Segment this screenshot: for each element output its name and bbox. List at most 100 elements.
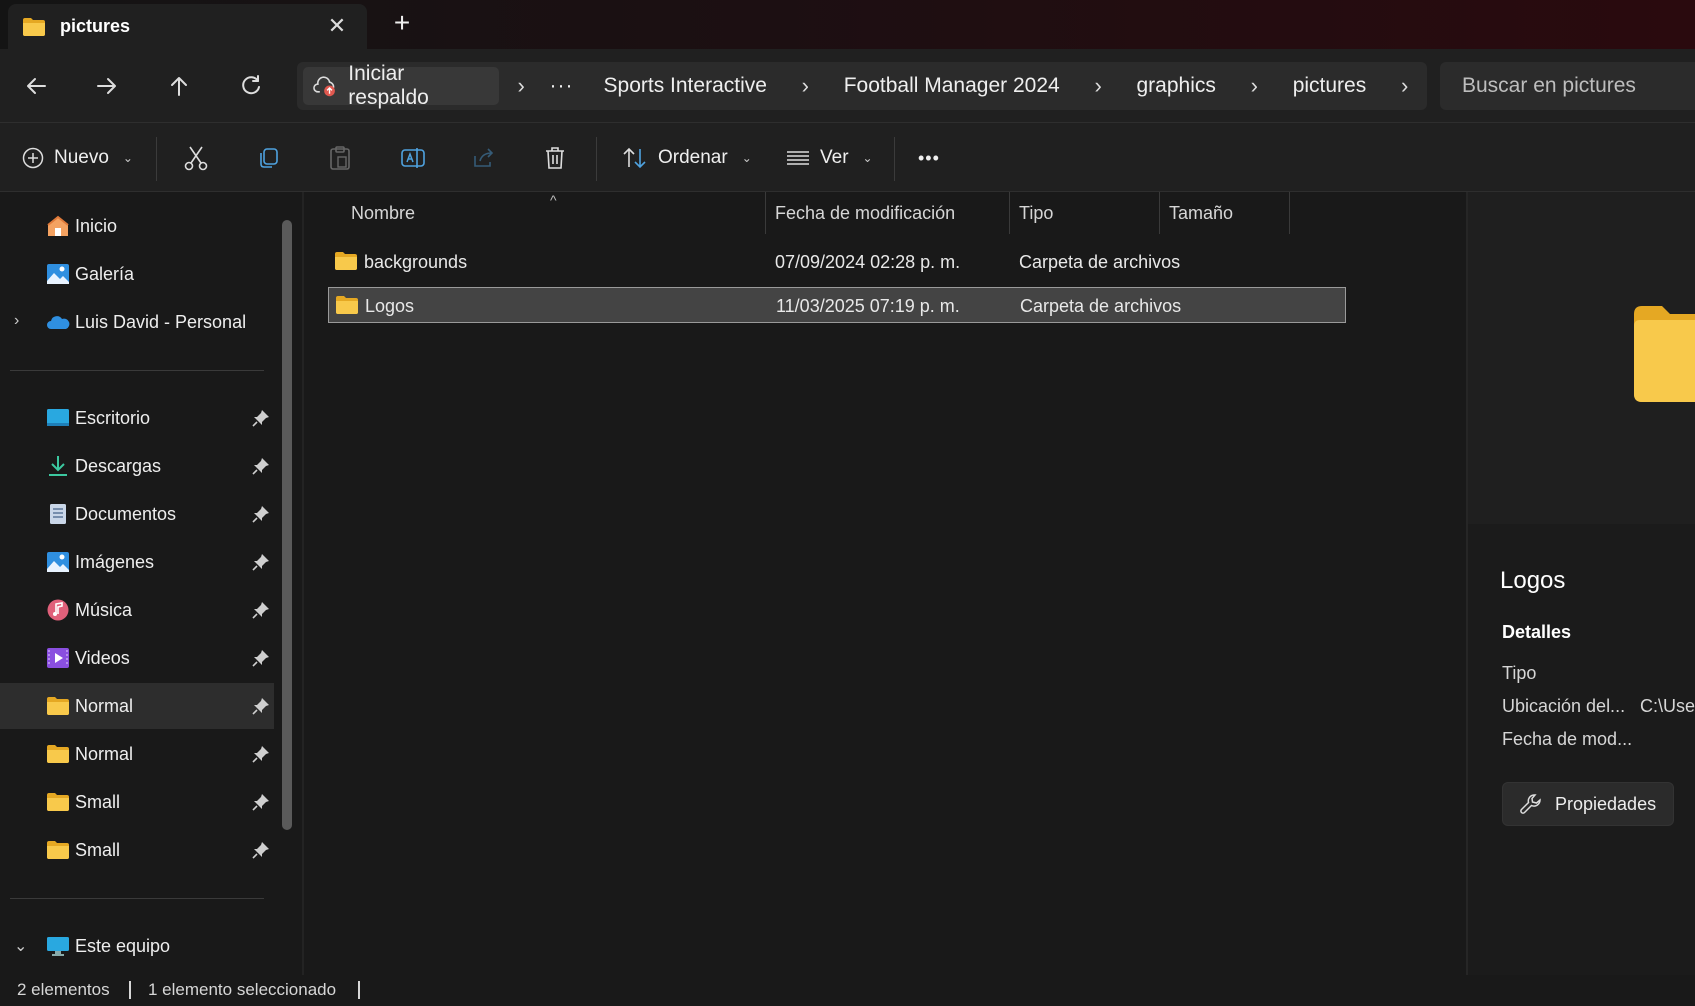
sidebar-item-small[interactable]: Small	[0, 827, 274, 873]
chevron-down-icon: ⌄	[862, 151, 873, 165]
breadcrumb-football-manager[interactable]: Football Manager 2024	[828, 74, 1076, 98]
onedrive-cloud-icon	[47, 316, 70, 329]
pin-icon[interactable]	[252, 505, 270, 523]
more-options-button[interactable]: •••	[918, 123, 940, 193]
pin-icon[interactable]	[252, 697, 270, 715]
pin-icon[interactable]	[252, 457, 270, 475]
search-input[interactable]: Buscar en pictures	[1440, 62, 1695, 110]
tab-title: pictures	[60, 16, 131, 36]
chevron-right-icon[interactable]: ›	[783, 73, 828, 99]
table-row[interactable]: Logos 11/03/2025 07:19 p. m. Carpeta de …	[328, 287, 1346, 323]
file-type: Carpeta de archivos	[1020, 296, 1182, 316]
arrow-up-icon[interactable]	[164, 71, 194, 101]
sidebar-item-imagenes[interactable]: Imágenes	[0, 539, 274, 585]
column-header-type[interactable]: Tipo	[1019, 192, 1053, 234]
breadcrumb-pictures[interactable]: pictures	[1277, 74, 1383, 98]
file-name[interactable]: backgrounds	[364, 252, 467, 273]
copy-button[interactable]	[256, 123, 280, 193]
breadcrumb-overflow[interactable]: ···	[544, 74, 588, 98]
file-type: Carpeta de archivos	[1019, 252, 1181, 272]
chevron-down-icon: ⌄	[741, 151, 752, 165]
sidebar-item-escritorio[interactable]: Escritorio	[0, 395, 274, 441]
column-divider[interactable]	[1289, 192, 1290, 234]
sidebar-item-este-equipo[interactable]: ⌄ Este equipo	[0, 923, 274, 969]
chevron-right-icon[interactable]: ›	[1232, 73, 1277, 99]
breadcrumb-sports-interactive[interactable]: Sports Interactive	[588, 74, 783, 98]
status-bar: 2 elementos 1 elemento seleccionado	[0, 975, 1695, 1006]
sidebar-item-normal[interactable]: Normal	[0, 731, 274, 777]
sidebar-item-descargas[interactable]: Descargas	[0, 443, 274, 489]
scissors-icon	[184, 146, 208, 171]
sidebar-item-documentos[interactable]: Documentos	[0, 491, 274, 537]
wrench-icon	[1520, 794, 1541, 814]
sidebar-item-inicio[interactable]: Inicio	[0, 203, 274, 249]
backup-button[interactable]: Iniciar respaldo	[303, 62, 499, 109]
address-bar[interactable]: Iniciar respaldo › ··· Sports Interactiv…	[297, 62, 1427, 110]
list-view-icon	[787, 151, 809, 165]
chevron-down-icon: ⌄	[122, 151, 133, 165]
pin-icon[interactable]	[252, 601, 270, 619]
pin-icon[interactable]	[252, 745, 270, 763]
pin-icon[interactable]	[252, 409, 270, 427]
delete-button[interactable]	[544, 123, 566, 193]
paste-button[interactable]	[328, 123, 352, 193]
tab-pictures[interactable]: pictures ✕	[8, 4, 367, 49]
sidebar-item-videos[interactable]: Videos	[0, 635, 274, 681]
close-icon[interactable]: ✕	[325, 14, 349, 38]
navigation-bar: Iniciar respaldo › ··· Sports Interactiv…	[0, 49, 1695, 122]
table-row[interactable]: backgrounds 07/09/2024 02:28 p. m. Carpe…	[328, 244, 1346, 280]
cut-button[interactable]	[184, 123, 208, 193]
details-value-location: C:\User	[1640, 696, 1695, 716]
chevron-right-icon[interactable]: ›	[499, 73, 544, 99]
column-divider[interactable]	[1009, 192, 1010, 234]
sidebar-item-musica[interactable]: Música	[0, 587, 274, 633]
divider	[156, 137, 157, 181]
chevron-right-icon[interactable]: ›	[14, 312, 19, 330]
status-selection: 1 elemento seleccionado	[148, 980, 337, 999]
folder-icon	[47, 841, 69, 859]
share-button[interactable]	[472, 123, 496, 193]
sort-button[interactable]: Ordenar ⌄	[622, 123, 752, 193]
copy-icon	[260, 148, 278, 168]
file-name[interactable]: Logos	[365, 296, 414, 317]
music-icon	[47, 599, 69, 621]
file-modified: 07/09/2024 02:28 p. m.	[775, 252, 961, 272]
rename-button[interactable]	[400, 123, 426, 193]
divider	[596, 137, 597, 181]
arrow-left-icon[interactable]	[21, 71, 51, 101]
sidebar-item-label: Small	[75, 792, 121, 812]
column-header-modified[interactable]: Fecha de modificación	[775, 192, 955, 234]
breadcrumb-graphics[interactable]: graphics	[1121, 74, 1232, 98]
sidebar-item-small[interactable]: Small	[0, 779, 274, 825]
pin-icon[interactable]	[252, 793, 270, 811]
sidebar-item-normal[interactable]: Normal	[0, 683, 274, 729]
new-button[interactable]: Nuevo ⌄	[22, 123, 133, 193]
chevron-right-icon[interactable]: ›	[1382, 73, 1427, 99]
sidebar-scrollbar[interactable]	[282, 220, 292, 830]
column-divider[interactable]	[765, 192, 766, 234]
refresh-icon[interactable]	[236, 71, 266, 101]
column-header-size[interactable]: Tamaño	[1169, 192, 1233, 234]
share-icon	[474, 148, 494, 167]
sidebar-item-onedrive[interactable]: › Luis David - Personal	[0, 299, 274, 345]
chevron-right-icon[interactable]: ›	[1076, 73, 1121, 99]
status-item-count: 2 elementos	[17, 980, 110, 999]
plus-icon[interactable]: +	[390, 9, 414, 37]
sidebar-item-label: Luis David - Personal	[75, 312, 247, 332]
pin-icon[interactable]	[252, 841, 270, 859]
properties-button[interactable]: Propiedades	[1502, 782, 1674, 826]
column-divider[interactable]	[1159, 192, 1160, 234]
trash-icon	[546, 147, 564, 169]
pin-icon[interactable]	[252, 649, 270, 667]
sidebar-item-label: Galería	[75, 264, 135, 284]
status-separator	[129, 981, 131, 999]
column-header-name[interactable]: Nombre	[351, 192, 415, 234]
details-section-heading: Detalles	[1502, 622, 1572, 642]
pin-icon[interactable]	[252, 553, 270, 571]
view-button[interactable]: Ver ⌄	[786, 123, 873, 193]
download-icon	[49, 456, 67, 476]
file-list: ^ Nombre Fecha de modificación Tipo Tama…	[304, 192, 1464, 975]
sidebar-item-galeria[interactable]: Galería	[0, 251, 274, 297]
arrow-right-icon[interactable]	[92, 71, 122, 101]
chevron-down-icon[interactable]: ⌄	[14, 936, 27, 956]
